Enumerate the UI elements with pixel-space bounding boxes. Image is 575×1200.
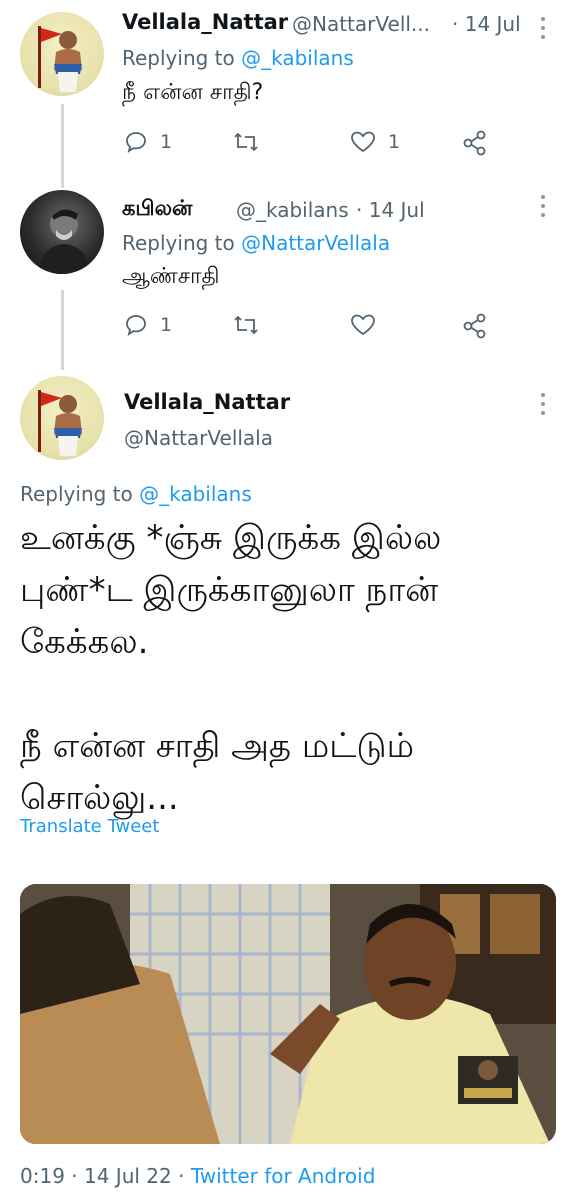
thread-line <box>61 104 64 188</box>
thread-line <box>61 290 64 370</box>
like-count: 1 <box>388 131 401 153</box>
reply-icon <box>126 132 146 153</box>
retweet-icon <box>234 315 258 335</box>
tweet-text-line: உனக்கு *ஞ்சு இருக்க இல்ல <box>20 518 442 558</box>
reply-button[interactable]: 1 <box>124 313 172 337</box>
share-button[interactable] <box>462 130 488 156</box>
tweet-media-image[interactable] <box>20 884 556 1144</box>
replying-handle[interactable]: @_kabilans <box>139 482 252 506</box>
more-icon[interactable] <box>538 194 548 218</box>
retweet-button[interactable] <box>232 313 272 337</box>
like-icon <box>351 314 375 336</box>
avatar[interactable] <box>20 376 104 460</box>
more-icon[interactable] <box>538 392 548 416</box>
share-button[interactable] <box>462 313 488 339</box>
replying-prefix: Replying to <box>122 231 235 255</box>
replying-prefix: Replying to <box>122 46 235 70</box>
reply-icon <box>126 315 146 336</box>
tweet-date[interactable]: · 14 Jul <box>452 12 521 36</box>
main-tweet-text: உனக்கு *ஞ்சு இருக்க இல்ல புண்*ட இருக்கான… <box>20 512 560 824</box>
like-button[interactable]: 1 <box>350 130 400 154</box>
replying-handle[interactable]: @_kabilans <box>241 46 354 70</box>
translate-tweet-link[interactable]: Translate Tweet <box>20 816 159 837</box>
tweet-text-line: புண்*ட இருக்கானுலா நான் <box>20 570 439 610</box>
author-handle[interactable]: @_kabilans <box>236 198 349 222</box>
replying-handle[interactable]: @NattarVellala <box>241 231 390 255</box>
tweet-date[interactable]: · 14 Jul <box>356 198 425 222</box>
reply-count: 1 <box>160 131 173 153</box>
replying-to: Replying to @_kabilans <box>122 46 354 70</box>
reply-count: 1 <box>160 314 173 336</box>
avatar[interactable] <box>20 12 104 96</box>
reply-button[interactable]: 1 <box>124 130 172 154</box>
author-name[interactable]: Vellala_Nattar <box>122 10 288 34</box>
tweet-meta: 0:19 · 14 Jul 22 · Twitter for Android <box>20 1164 375 1188</box>
tweet-timestamp[interactable]: 0:19 · 14 Jul 22 · <box>20 1164 184 1188</box>
author-name[interactable]: கபிலன் <box>122 196 192 223</box>
tweet-text-line: நீ என்ன சாதி அத மட்டும் <box>20 726 414 766</box>
author-handle[interactable]: @NattarVell... <box>292 12 430 36</box>
more-icon[interactable] <box>538 16 548 40</box>
avatar[interactable] <box>20 190 104 274</box>
tweet-text: நீ என்ன சாதி? <box>122 80 264 105</box>
replying-to: Replying to @_kabilans <box>20 482 252 506</box>
share-icon <box>463 313 486 339</box>
retweet-icon <box>234 132 258 152</box>
share-icon <box>463 130 486 156</box>
tweet-source[interactable]: Twitter for Android <box>191 1164 376 1188</box>
replying-prefix: Replying to <box>20 482 133 506</box>
retweet-button[interactable] <box>232 130 272 154</box>
tweet-text-line: கேக்கல. <box>20 622 149 662</box>
replying-to: Replying to @NattarVellala <box>122 231 390 255</box>
like-button[interactable] <box>350 313 388 337</box>
author-handle[interactable]: @NattarVellala <box>124 426 273 450</box>
author-name[interactable]: Vellala_Nattar <box>124 390 290 414</box>
tweet-text: ஆண்சாதி <box>122 264 220 289</box>
tweet-text-line <box>20 668 560 720</box>
like-icon <box>351 131 375 153</box>
